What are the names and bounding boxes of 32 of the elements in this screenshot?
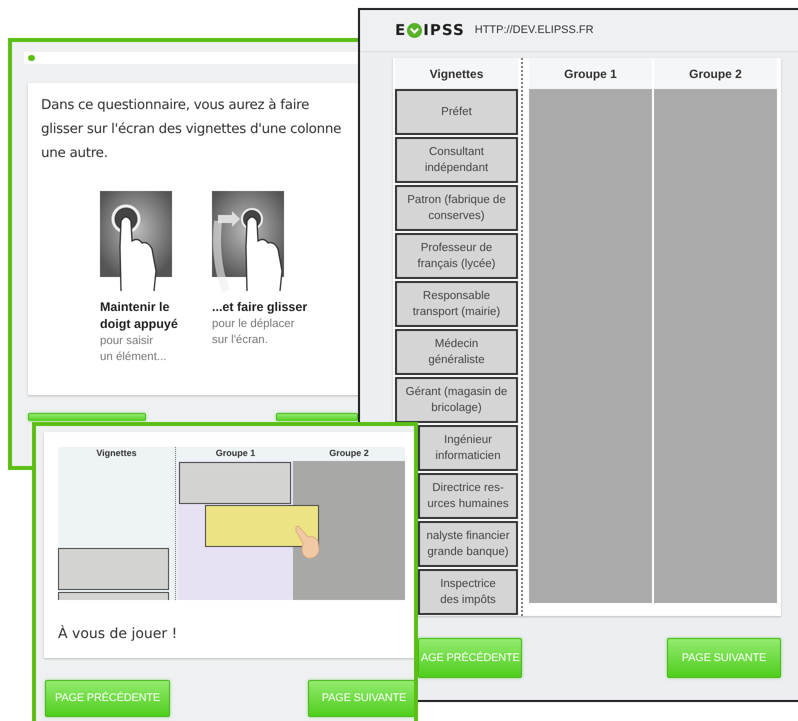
vignette-card[interactable]: Consultant indépendant	[395, 137, 518, 183]
next-page-button[interactable]	[276, 413, 358, 421]
vignette-card[interactable]: Inspectrice des impôts	[418, 569, 518, 615]
vignette-card[interactable]: Responsable transport (mairie)	[395, 281, 518, 327]
prompt-text: À vous de jouer !	[58, 624, 178, 644]
logo-text: E	[395, 20, 406, 42]
logo-text: IPSS	[423, 20, 465, 42]
vignette-card[interactable]: Professeur de français (lycée)	[395, 233, 518, 279]
vignette-card[interactable]: Gérant (magasin de bricolage)	[395, 377, 518, 423]
group-drop-zone[interactable]	[529, 89, 652, 603]
column-header: Groupe 1	[214, 447, 256, 460]
chevron-circle-icon	[407, 23, 422, 38]
previous-page-button[interactable]	[28, 413, 146, 421]
vignette-card[interactable]: Patron (fabrique de conserves)	[395, 185, 518, 231]
pointing-hand-icon	[294, 525, 320, 559]
url-text: HTTP://DEV.ELIPSS.FR	[474, 23, 594, 38]
vignette-card[interactable]: Médecin généraliste	[395, 329, 518, 375]
step-description: pour saisir un élément...	[100, 334, 168, 365]
vignette-card[interactable]: nalyste financier grande banque)	[418, 521, 518, 567]
vignette-card[interactable]: Directrice res- urces humaines	[418, 473, 518, 519]
instruction-text: Dans ce questionnaire, vous aurez à faire glisser sur l'écran des vignettes d'une colonne une autre.	[41, 96, 342, 163]
step-title: ...et faire glisser	[212, 299, 308, 316]
step-description: pour le déplacer sur l'écran.	[212, 317, 296, 348]
vignette-card[interactable]: Préfet	[395, 89, 518, 135]
column-header: Groupe 2	[654, 58, 777, 89]
vignette-card[interactable]: Ingénieur informaticien	[418, 425, 518, 471]
column-header: Groupe 1	[529, 58, 652, 89]
group-drop-zone[interactable]	[654, 89, 777, 603]
column-header: Vignettes	[95, 447, 138, 460]
step-title: Maintenir le doigt appuyé	[100, 299, 179, 333]
column-header: Vignettes	[395, 58, 518, 89]
column-header: Groupe 2	[328, 447, 370, 460]
